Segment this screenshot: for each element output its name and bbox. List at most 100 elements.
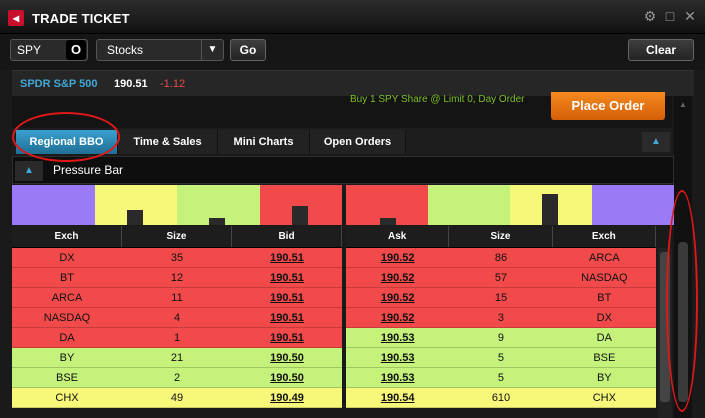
- bid-book-table: Exch Size Bid DX 35 190.51 BT 12 190.51 ARCA 11…: [12, 226, 342, 408]
- ticket-scroll-thumb[interactable]: [678, 242, 688, 402]
- go-button[interactable]: Go: [230, 39, 266, 61]
- price-cell[interactable]: 190.53: [346, 368, 449, 387]
- chevron-down-icon[interactable]: ▼: [201, 40, 223, 60]
- pressure-segment-green: [428, 185, 510, 225]
- place-order-button[interactable]: Place Order: [551, 92, 665, 120]
- table-row[interactable]: 190.53 5 BSE: [346, 348, 656, 368]
- bid-pressure-bar: [12, 185, 342, 225]
- ticket-scrollbar[interactable]: ▲: [674, 96, 692, 418]
- column-header-bid[interactable]: Bid: [232, 226, 342, 247]
- pressure-marker: [126, 210, 143, 225]
- price-cell[interactable]: 190.53: [346, 328, 449, 347]
- table-row[interactable]: NASDAQ 4 190.51: [12, 308, 342, 328]
- price-cell[interactable]: 190.51: [232, 248, 342, 267]
- tab-open-orders[interactable]: Open Orders: [310, 130, 406, 154]
- price-cell[interactable]: 190.52: [346, 288, 449, 307]
- size-cell: 5: [497, 372, 505, 384]
- size-cell: 57: [494, 272, 508, 284]
- price-cell[interactable]: 190.51: [232, 308, 342, 327]
- table-row[interactable]: DX 35 190.51: [12, 248, 342, 268]
- price-cell[interactable]: 190.52: [346, 308, 449, 327]
- price-cell[interactable]: 190.53: [346, 348, 449, 367]
- price-cell[interactable]: 190.51: [232, 288, 342, 307]
- table-row[interactable]: 190.52 3 DX: [346, 308, 656, 328]
- pressure-marker: [209, 218, 225, 225]
- table-row[interactable]: 190.54 610 CHX: [346, 388, 656, 408]
- pressure-segment-red: [259, 185, 342, 225]
- collapse-up-icon[interactable]: ▲: [642, 132, 670, 152]
- security-type-value: Stocks: [107, 43, 144, 57]
- table-row[interactable]: 190.52 86 ARCA: [346, 248, 656, 268]
- size-cell: 49: [170, 392, 184, 404]
- book-scrollbar[interactable]: [658, 248, 672, 418]
- exchange-cell: BY: [596, 372, 612, 384]
- table-row[interactable]: DA 1 190.51: [12, 328, 342, 348]
- pressure-segment-yellow: [510, 185, 592, 225]
- ask-book-rows: 190.52 86 ARCA 190.52 57 NASDAQ 190.52 15 BT 190.…: [346, 248, 656, 408]
- table-row[interactable]: 190.53 5 BY: [346, 368, 656, 388]
- exchange-cell: ARCA: [51, 292, 83, 304]
- window-controls: ⚙ □ ✕: [643, 9, 697, 23]
- column-header-exch[interactable]: Exch: [553, 226, 656, 247]
- pressure-bar-label: Pressure Bar: [53, 163, 124, 177]
- exchange-cell: NASDAQ: [43, 312, 91, 324]
- last-price: 190.51: [114, 78, 148, 90]
- column-header-ask[interactable]: Ask: [346, 226, 450, 247]
- price-cell[interactable]: 190.50: [232, 348, 342, 367]
- clear-button[interactable]: Clear: [628, 39, 694, 61]
- table-row[interactable]: 190.53 9 DA: [346, 328, 656, 348]
- size-cell: 5: [497, 352, 505, 364]
- price-cell[interactable]: 190.54: [346, 388, 449, 407]
- order-summary: Buy 1 SPY Share @ Limit 0, Day Order: [350, 94, 525, 105]
- price-cell[interactable]: 190.51: [232, 268, 342, 287]
- table-row[interactable]: 190.52 15 BT: [346, 288, 656, 308]
- price-cell[interactable]: 190.52: [346, 268, 449, 287]
- exchange-cell: CHX: [592, 392, 616, 404]
- app-logo-icon: ◂: [8, 10, 24, 26]
- table-row[interactable]: BSE 2 190.50: [12, 368, 342, 388]
- tab-mini-charts[interactable]: Mini Charts: [218, 130, 310, 154]
- column-header-size[interactable]: Size: [449, 226, 553, 247]
- ask-book-table: Ask Size Exch 190.52 86 ARCA 190.52 57 NASDAQ…: [346, 226, 656, 408]
- table-row[interactable]: ARCA 11 190.51: [12, 288, 342, 308]
- collapse-pressure-icon[interactable]: ▲: [15, 161, 43, 181]
- price-cell[interactable]: 190.52: [346, 248, 449, 267]
- column-header-exch[interactable]: Exch: [12, 226, 122, 247]
- scroll-up-icon[interactable]: ▲: [679, 100, 687, 109]
- close-icon[interactable]: ✕: [683, 9, 697, 23]
- table-row[interactable]: 190.52 57 NASDAQ: [346, 268, 656, 288]
- maximize-icon[interactable]: □: [663, 9, 677, 23]
- ask-book-header: Ask Size Exch: [346, 226, 656, 248]
- size-cell: 3: [497, 312, 505, 324]
- exchange-cell: BT: [597, 292, 612, 304]
- exchange-cell: BY: [59, 352, 75, 364]
- pressure-marker: [380, 218, 396, 225]
- tab-regional-bbo[interactable]: Regional BBO: [16, 130, 118, 154]
- price-cell[interactable]: 190.49: [232, 388, 342, 407]
- column-header-size[interactable]: Size: [122, 226, 232, 247]
- table-row[interactable]: BT 12 190.51: [12, 268, 342, 288]
- security-type-select[interactable]: Stocks ▼: [96, 39, 224, 61]
- price-cell[interactable]: 190.50: [232, 368, 342, 387]
- size-cell: 2: [173, 372, 181, 384]
- ask-pressure-bar: [346, 185, 674, 225]
- pressure-marker: [291, 206, 308, 225]
- exchange-cell: NASDAQ: [581, 272, 628, 284]
- symbol-lookup-button[interactable]: O: [66, 40, 86, 60]
- exchange-cell: DA: [59, 332, 75, 344]
- pressure-segment-purple: [592, 185, 674, 225]
- settings-gear-icon[interactable]: ⚙: [643, 9, 657, 23]
- pressure-bar-header: ▲ Pressure Bar: [12, 156, 674, 184]
- tab-time-sales[interactable]: Time & Sales: [118, 130, 218, 154]
- size-cell: 610: [491, 392, 511, 404]
- price-cell[interactable]: 190.51: [232, 328, 342, 347]
- pressure-segment-purple: [12, 185, 95, 225]
- size-cell: 15: [494, 292, 508, 304]
- table-row[interactable]: CHX 49 190.49: [12, 388, 342, 408]
- table-row[interactable]: BY 21 190.50: [12, 348, 342, 368]
- size-cell: 9: [497, 332, 505, 344]
- exchange-cell: DX: [596, 312, 612, 324]
- book-scroll-thumb[interactable]: [660, 252, 670, 402]
- pressure-segment-yellow: [94, 185, 177, 225]
- size-cell: 11: [171, 292, 183, 304]
